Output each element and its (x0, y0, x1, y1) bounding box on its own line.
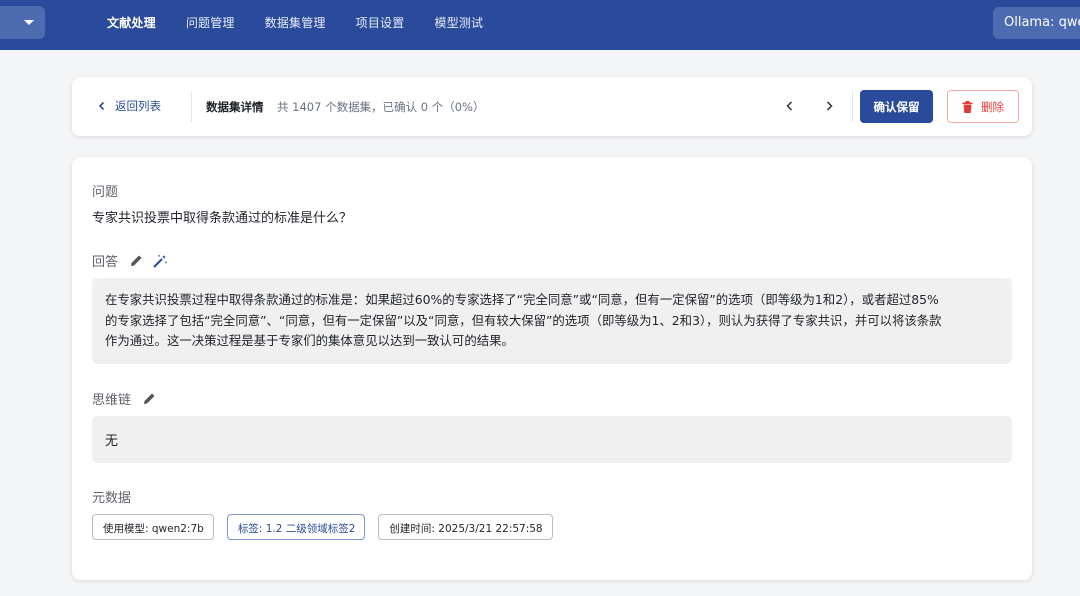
nav-item-datasets[interactable]: 数据集管理 (250, 14, 341, 31)
model-select[interactable]: Ollama: qwen2:7b (993, 7, 1080, 39)
prev-item-button[interactable] (781, 97, 799, 115)
metadata-chips: 使用模型: qwen2:7b 标签: 1.2 二级领域标签2 创建时间: 202… (92, 514, 566, 540)
nav-item-literature[interactable]: 文献处理 (92, 14, 171, 31)
main-nav: 文献处理 问题管理 数据集管理 项目设置 模型测试 (92, 0, 498, 44)
dataset-summary: 共 1407 个数据集，已确认 0 个（0%） (277, 100, 485, 114)
next-item-button[interactable] (820, 97, 838, 115)
question-section-label: 问题 (92, 181, 118, 200)
chevron-left-icon (786, 101, 793, 111)
confirm-keep-button[interactable]: 确认保留 (860, 90, 933, 123)
toolbar-divider (191, 91, 192, 122)
trash-icon (962, 100, 973, 113)
question-label: 问题 (92, 185, 119, 200)
delete-button[interactable]: 删除 (947, 90, 1019, 123)
dataset-toolbar: 返回列表 数据集详情 共 1407 个数据集，已确认 0 个（0%） 确认保留 … (72, 77, 1032, 136)
answer-line: 作为通过。这一决策过程是基于专家们的集体意见以达到一致认可的结果。 (105, 333, 514, 348)
cot-text: 无 (92, 416, 1012, 463)
page-title: 数据集详情 (206, 100, 264, 114)
chevron-down-icon (23, 20, 34, 25)
edit-cot-button[interactable] (143, 392, 156, 405)
toolbar-divider (852, 91, 853, 122)
meta-section-label: 元数据 (92, 487, 131, 506)
top-navbar: 文献处理 问题管理 数据集管理 项目设置 模型测试 Ollama: qwen2:… (0, 0, 1080, 50)
back-to-list-link[interactable]: 返回列表 (97, 98, 161, 114)
back-label: 返回列表 (115, 99, 161, 113)
chevron-right-icon (826, 101, 833, 111)
tag-chip[interactable]: 标签: 1.2 二级领域标签2 (226, 514, 366, 540)
cot-section-label: 思维链 (92, 389, 156, 408)
answer-line: 在专家共识投票过程中取得条款通过的标准是：如果超过60%的专家选择了“完全同意”… (105, 292, 939, 307)
question-text: 专家共识投票中取得条款通过的标准是什么？ (92, 211, 353, 226)
magic-wand-icon (153, 254, 168, 268)
answer-text: 在专家共识投票过程中取得条款通过的标准是：如果超过60%的专家选择了“完全同意”… (92, 278, 1012, 364)
ai-optimize-button[interactable] (153, 254, 168, 268)
nav-item-model-test[interactable]: 模型测试 (419, 14, 498, 31)
meta-label: 元数据 (92, 491, 132, 506)
nav-item-questions[interactable]: 问题管理 (171, 14, 250, 31)
pencil-icon (144, 393, 155, 404)
model-chip: 使用模型: qwen2:7b (92, 514, 214, 540)
answer-line: 的专家选择了包括“完全同意”、“同意，但有一定保留”以及“同意，但有较大保留”的… (105, 312, 942, 328)
delete-label: 删除 (981, 99, 1004, 114)
nav-item-settings[interactable]: 项目设置 (341, 14, 420, 31)
dataset-detail-card: 问题 专家共识投票中取得条款通过的标准是什么？ 回答 在专家共识投票过程中取得条… (72, 157, 1032, 580)
edit-answer-button[interactable] (130, 254, 143, 267)
created-time-chip: 创建时间: 2025/3/21 22:57:58 (378, 514, 553, 540)
cot-label: 思维链 (92, 393, 132, 408)
project-dropdown[interactable] (0, 6, 45, 39)
answer-section-label: 回答 (92, 251, 168, 270)
pencil-icon (131, 255, 142, 266)
answer-label: 回答 (92, 255, 119, 270)
chevron-left-icon (98, 101, 105, 111)
